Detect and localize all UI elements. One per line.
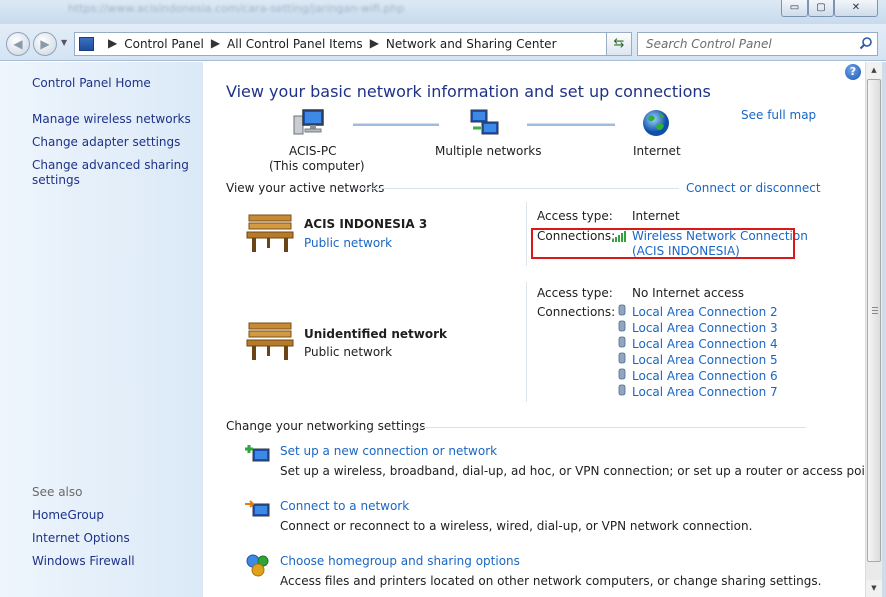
column-divider (526, 202, 527, 266)
globe-icon[interactable] (641, 108, 671, 138)
scroll-thumb[interactable] (867, 79, 881, 562)
change-advanced-sharing-link[interactable]: Change advanced sharing (32, 158, 189, 173)
connect-to-network-link[interactable]: Connect to a network (280, 499, 409, 513)
access-type-label: Access type: (537, 209, 613, 223)
see-full-map-link[interactable]: See full map (741, 108, 816, 122)
map-connector-line (353, 123, 439, 126)
manage-wireless-link[interactable]: Manage wireless networks (32, 112, 191, 127)
internet-options-link[interactable]: Internet Options (32, 531, 130, 546)
breadcrumb-control-panel[interactable]: Control Panel (124, 37, 204, 51)
homegroup-sharing-link[interactable]: Choose homegroup and sharing options (280, 554, 520, 568)
recent-pages-dropdown[interactable]: ▼ (61, 38, 67, 47)
access-type-value: Internet (632, 209, 680, 223)
breadcrumb-all-items[interactable]: All Control Panel Items (227, 37, 363, 51)
local-area-connection-link[interactable]: Local Area Connection 2 (632, 305, 778, 319)
network-type-label: Public network (304, 345, 393, 359)
window-frame-edge (882, 62, 886, 597)
local-area-connection-link[interactable]: Local Area Connection 3 (632, 321, 778, 335)
computer-icon[interactable] (293, 108, 325, 138)
column-divider (526, 282, 527, 402)
computer-name: ACIS-PC (289, 144, 337, 158)
network-type-link[interactable]: Public network (304, 236, 392, 250)
search-input[interactable]: Search Control Panel (637, 32, 878, 56)
network-icon[interactable] (469, 108, 501, 138)
scroll-up-button[interactable]: ▲ (866, 62, 882, 79)
computer-subtitle: (This computer) (269, 159, 365, 173)
vertical-scrollbar[interactable]: ▲ ▼ (865, 62, 882, 597)
page-title: View your basic network information and … (226, 82, 711, 101)
minimize-button[interactable]: ▭ (781, 0, 808, 17)
access-type-value: No Internet access (632, 286, 745, 300)
back-button[interactable]: ◀ (6, 32, 30, 56)
refresh-button[interactable]: ⇆ (606, 32, 632, 56)
homegroup-sharing-desc: Access files and printers located on oth… (280, 574, 822, 588)
setup-new-connection-desc: Set up a wireless, broadband, dial-up, a… (280, 464, 881, 478)
search-placeholder: Search Control Panel (646, 37, 772, 51)
help-icon[interactable]: ? (845, 64, 861, 80)
homegroup-icon[interactable] (245, 553, 271, 577)
divider (359, 188, 679, 189)
navigation-bar: ◀ ▶ ▼ ▶ Control Panel ▶ All Control Pane… (0, 24, 886, 61)
local-area-connection-link[interactable]: Local Area Connection 5 (632, 353, 778, 367)
map-connector-line (527, 123, 615, 126)
bench-icon (246, 214, 294, 252)
connect-to-network-desc: Connect or reconnect to a wireless, wire… (280, 519, 753, 533)
local-area-connection-link[interactable]: Local Area Connection 4 (632, 337, 778, 351)
change-adapter-link[interactable]: Change adapter settings (32, 135, 180, 150)
ethernet-plug-icon (618, 304, 626, 396)
scroll-down-button[interactable]: ▼ (866, 580, 882, 597)
bench-icon (246, 322, 294, 360)
control-panel-home-link[interactable]: Control Panel Home (32, 76, 151, 91)
multiple-networks-label: Multiple networks (435, 144, 542, 158)
maximize-button[interactable]: ▢ (808, 0, 834, 17)
close-button[interactable]: ✕ (834, 0, 878, 17)
main-content: View your basic network information and … (203, 62, 881, 597)
network-name: Unidentified network (304, 327, 447, 341)
new-connection-icon[interactable] (245, 443, 271, 467)
forward-button[interactable]: ▶ (33, 32, 57, 56)
internet-label: Internet (633, 144, 681, 158)
divider (408, 427, 806, 428)
back-arrow-icon: ◀ (13, 37, 23, 51)
access-type-label: Access type: (537, 286, 613, 300)
local-area-connection-link[interactable]: Local Area Connection 6 (632, 369, 778, 383)
address-bar[interactable]: ▶ Control Panel ▶ All Control Panel Item… (74, 32, 631, 56)
change-advanced-sharing-link-cont[interactable]: settings (32, 173, 80, 188)
connect-network-icon[interactable] (245, 498, 271, 522)
breadcrumb: ▶ Control Panel ▶ All Control Panel Item… (108, 36, 557, 51)
settings-heading: Change your networking settings (226, 419, 426, 433)
network-name: ACIS INDONESIA 3 (304, 217, 428, 231)
refresh-icon: ⇆ (613, 36, 625, 51)
window-url-text: https://www.acisindonesia.com/cara-setti… (68, 2, 405, 15)
breadcrumb-network-sharing[interactable]: Network and Sharing Center (386, 37, 557, 51)
homegroup-link[interactable]: HomeGroup (32, 508, 104, 523)
local-area-connection-link[interactable]: Local Area Connection 7 (632, 385, 778, 399)
forward-arrow-icon: ▶ (40, 37, 50, 51)
see-also-heading: See also (32, 485, 83, 499)
annotation-highlight-box (531, 228, 795, 259)
connect-or-disconnect-link[interactable]: Connect or disconnect (686, 181, 821, 195)
setup-new-connection-link[interactable]: Set up a new connection or network (280, 444, 497, 458)
windows-firewall-link[interactable]: Windows Firewall (32, 554, 135, 569)
window-titlebar: https://www.acisindonesia.com/cara-setti… (0, 0, 886, 24)
search-icon[interactable] (859, 36, 873, 50)
connections-label: Connections: (537, 305, 616, 319)
control-panel-icon (79, 37, 94, 51)
left-pane: Control Panel Home Manage wireless netwo… (0, 62, 203, 597)
